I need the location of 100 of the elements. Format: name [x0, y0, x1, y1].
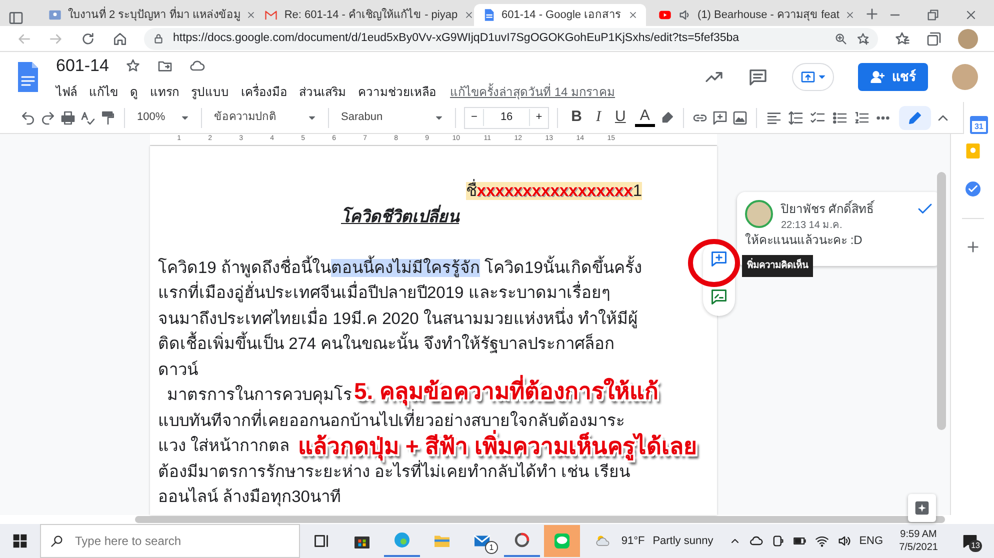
menu-item[interactable]: แก้ไข [83, 82, 124, 101]
comment-icon[interactable] [748, 67, 768, 87]
font-size-field[interactable]: 16 [483, 109, 530, 126]
taskbar-app[interactable]: 1 [464, 525, 500, 557]
collections-icon[interactable] [926, 30, 942, 46]
text-line: ดาวน์ [158, 360, 198, 378]
caret-icon [181, 114, 189, 122]
reload-icon[interactable] [80, 30, 96, 46]
close-icon[interactable] [464, 10, 474, 20]
increase-font-button[interactable]: + [530, 109, 548, 126]
align-icon[interactable] [764, 110, 783, 126]
scrollbar-thumb[interactable] [135, 516, 945, 523]
task-view-icon [313, 532, 331, 550]
video-play-icon [658, 8, 672, 22]
document-title[interactable]: 601-14 [56, 53, 109, 79]
print-icon[interactable] [60, 110, 76, 126]
notification-count: 13 [969, 540, 982, 552]
tab-actions-icon[interactable] [8, 10, 24, 26]
menu-item[interactable]: ส่วนเสริม [293, 82, 352, 101]
menu-item[interactable]: ดู [124, 82, 144, 101]
favorites-icon[interactable] [894, 30, 910, 46]
cloud-icon[interactable] [749, 534, 764, 548]
star-plus-icon[interactable] [856, 32, 870, 46]
bullet-list-icon[interactable] [830, 110, 849, 126]
menu-item[interactable]: เครื่องมือ [235, 82, 293, 101]
mail-icon [264, 8, 278, 22]
zoom-icon[interactable] [834, 32, 848, 46]
menu-item[interactable]: แทรก [144, 82, 185, 101]
present-button[interactable] [792, 63, 834, 91]
new-tab-icon[interactable] [864, 6, 880, 22]
star-icon[interactable] [124, 58, 141, 74]
people-icon [870, 69, 886, 85]
speaker-icon[interactable] [837, 534, 852, 548]
add-comment-icon[interactable] [712, 110, 728, 126]
font-dropdown[interactable]: Sarabun [337, 107, 447, 128]
menu-item[interactable]: รูปแบบ [185, 82, 235, 101]
editing-mode-button[interactable] [898, 106, 931, 130]
comment-author: ปิยาพัชร ศักดิ์สิทธิ์ [781, 200, 876, 218]
zoom-dropdown[interactable]: 100% [133, 107, 193, 128]
add-comment-icon[interactable] [710, 250, 728, 268]
windows-start-icon[interactable] [12, 533, 28, 549]
home-icon[interactable] [112, 30, 128, 46]
close-icon[interactable] [845, 10, 856, 20]
browser-tab[interactable]: 601-14 - Google เอกสาร [474, 4, 646, 26]
numbered-list-icon[interactable] [852, 110, 871, 126]
browser-icon [393, 531, 411, 549]
close-icon[interactable] [246, 10, 256, 20]
docs-logo-icon[interactable] [16, 61, 40, 93]
menu-item[interactable]: ความช่วยเหลือ [352, 82, 442, 101]
close-icon[interactable] [628, 10, 638, 20]
search-field[interactable]: Type here to search [40, 524, 300, 558]
present-icon [800, 69, 816, 85]
underline-button[interactable]: U [610, 106, 631, 129]
avatar [745, 200, 773, 228]
tasks-icon[interactable] [964, 180, 982, 198]
address-bar[interactable]: https://docs.google.com/document/d/1eud5xBy0Vv-xG9WIjqD1uvI7SgOGOKGohEuP1KjSxhs/edit?ts=5fef35ba [144, 28, 878, 50]
browser-tab[interactable]: ใบงานที่ 2 ระบุปัญหา ที่มา แหล่งข้อมู [40, 4, 252, 26]
line-spacing-icon[interactable] [786, 110, 805, 126]
calendar-button[interactable]: 31 [970, 116, 988, 134]
text-line: ออนไลน์ ล้างมือทุก30นาที [158, 488, 341, 506]
share-button[interactable]: แชร์ [858, 63, 928, 91]
last-edit-link[interactable]: แก้ไขครั้งล่าสุดวันที่ 14 มกราคม [450, 82, 616, 101]
annotation-text: 5. คลุมข้อความที่ต้องการให้แก้ [354, 374, 659, 408]
redo-icon[interactable] [40, 110, 56, 126]
avatar[interactable] [958, 28, 978, 48]
wifi-icon[interactable] [815, 534, 830, 548]
comment-text: ให้คะแนนแล้วนะคะ :D [745, 233, 864, 248]
italic-button[interactable]: I [590, 106, 606, 129]
text-color-button[interactable]: A [634, 108, 655, 127]
clock[interactable]: 9:59 AM 7/5/2021 [899, 528, 938, 554]
restore-icon[interactable] [926, 8, 940, 22]
decrease-font-button[interactable]: − [465, 109, 484, 126]
spellcheck-icon[interactable] [80, 110, 96, 126]
text-line: แวง ใส่หน้ากากตล [158, 437, 290, 455]
menu-item[interactable]: ไฟล์ [50, 82, 83, 101]
highlight-circle [687, 238, 741, 288]
style-dropdown[interactable]: ข้อความปกติ [210, 107, 320, 128]
image-icon[interactable] [732, 110, 748, 126]
bold-button[interactable]: B [566, 106, 587, 129]
language-indicator[interactable]: ENG [859, 532, 884, 550]
chat-icon [553, 532, 571, 550]
text-line: ต้องมีมาตรการรักษาระยะห่าง อะไรที่ไม่เคยทำกลับได้ทำ เช่น เรียน [158, 462, 630, 480]
add-icon[interactable] [964, 239, 980, 255]
scrollbar-thumb[interactable] [937, 172, 946, 430]
text-line: แบบทันทีจากที่เคยออกนอกบ้านไปเที่ยวอย่างสบายใจกลับต้องมาระ [158, 412, 625, 430]
paint-format-icon[interactable] [100, 110, 116, 126]
ring-icon [513, 531, 531, 549]
caret-icon [308, 114, 316, 122]
weather-text[interactable]: Partly sunny [652, 532, 714, 550]
classroom-icon [48, 8, 62, 22]
temperature-text[interactable]: 91°F [621, 532, 645, 550]
undo-icon[interactable] [20, 110, 36, 126]
browser-tab[interactable]: (1) Bearhouse - ความสุข feat [650, 4, 852, 26]
browser-tab[interactable]: Re: 601-14 - คำเชิญให้แก้ไข - piyap [256, 4, 470, 26]
checklist-icon[interactable] [808, 110, 827, 126]
close-icon[interactable] [964, 8, 978, 22]
mail-badge: 1 [485, 541, 498, 554]
suggest-edit-icon[interactable] [710, 288, 728, 306]
text-line: จนมาถึงประเทศไทยเมื่อ 19มี.ค 2020 ในสนามมวยแห่งหนึ่ง ทำให้มีผู้ [158, 310, 638, 328]
explore-button[interactable] [908, 494, 936, 522]
